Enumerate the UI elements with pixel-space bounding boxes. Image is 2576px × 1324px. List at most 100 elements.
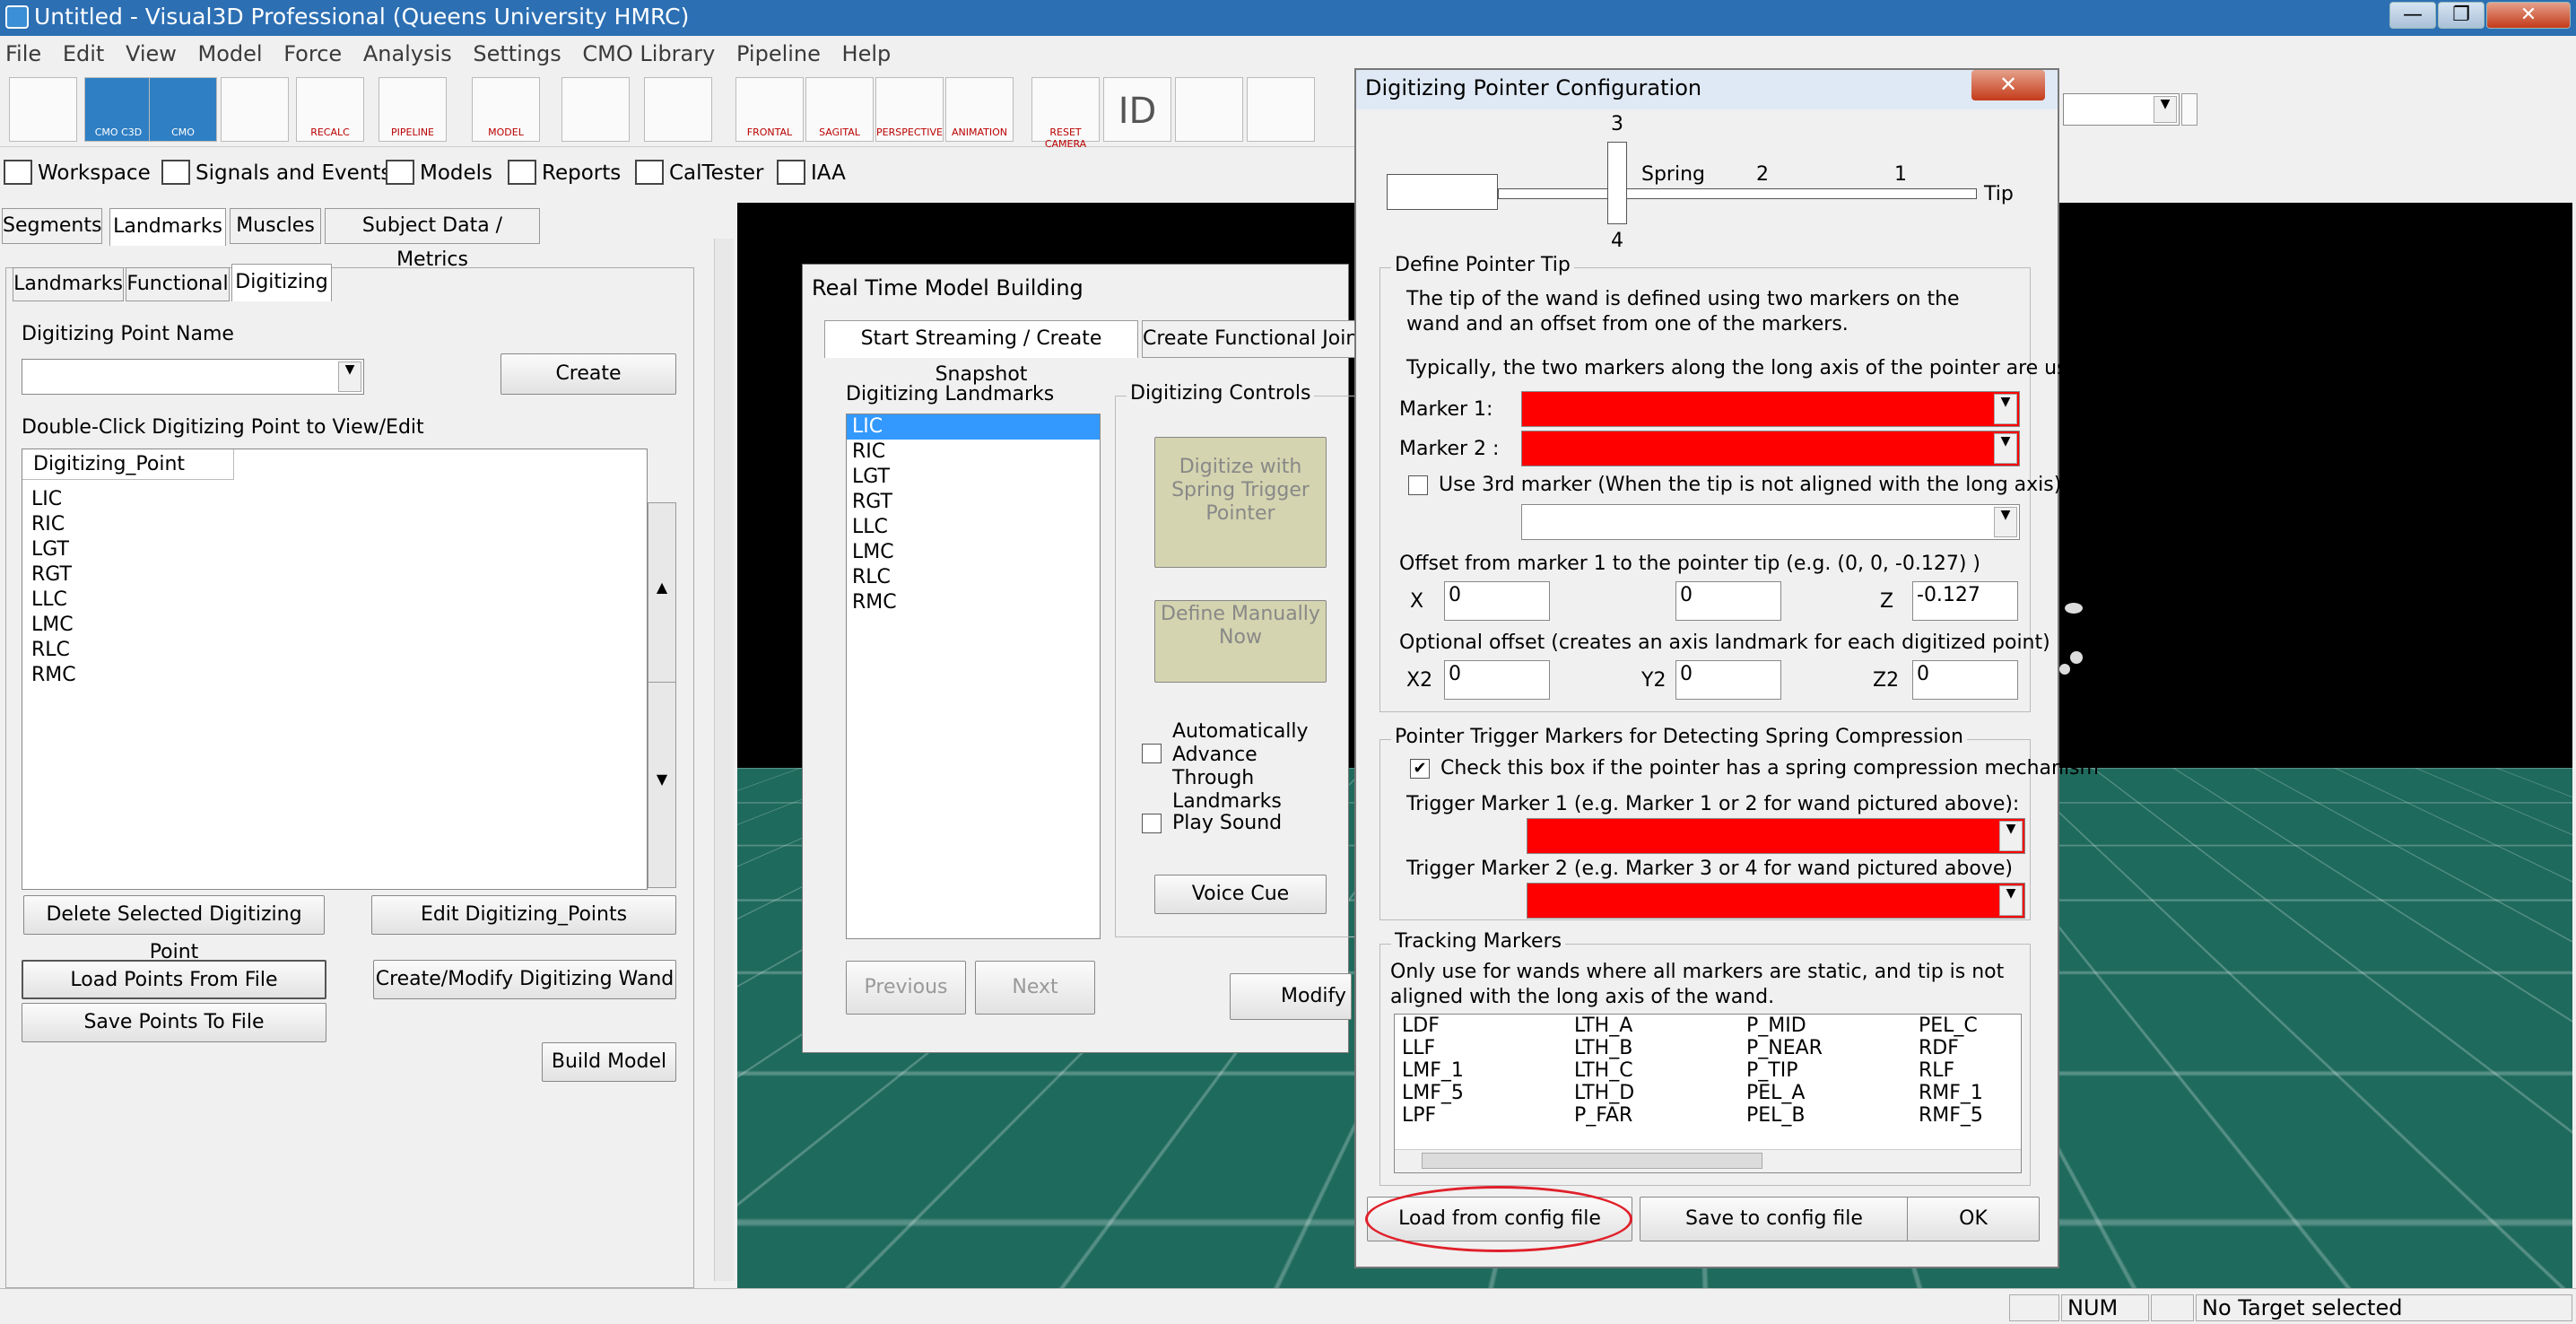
- tracking-markers-list[interactable]: LDF LTH_A P_MID PEL_C LLF LTH_B P_NEAR RDF LMF…: [1394, 1014, 2022, 1173]
- tab-functional-joints[interactable]: Create Functional Joints: [1142, 320, 1357, 358]
- list-item[interactable]: LLC: [847, 515, 1100, 540]
- close-button[interactable]: ✕: [2486, 2, 2571, 29]
- subtab-digitizing[interactable]: Digitizing: [231, 264, 332, 301]
- play-sound-checkbox[interactable]: [1142, 814, 1162, 833]
- marker1-dropdown[interactable]: ▼: [1521, 391, 2020, 427]
- pipeline-button[interactable]: PIPELINE: [379, 77, 447, 142]
- toolbar-dropdown[interactable]: ▼: [2063, 93, 2180, 126]
- create-button[interactable]: Create: [500, 353, 676, 395]
- marker-cell[interactable]: LTH_B: [1574, 1037, 1746, 1059]
- menu-cmo-library[interactable]: CMO Library: [577, 36, 724, 66]
- tab-reports[interactable]: Reports: [508, 160, 621, 185]
- subtab-landmarks[interactable]: Landmarks: [13, 267, 124, 301]
- scroll-up-icon[interactable]: ▲: [648, 503, 675, 683]
- save-cmo-button[interactable]: CMO: [149, 77, 217, 142]
- previous-button[interactable]: Previous: [846, 961, 966, 1015]
- marker-cell[interactable]: LTH_D: [1574, 1082, 1746, 1104]
- tab-landmarks[interactable]: Landmarks: [109, 208, 226, 246]
- minimize-button[interactable]: —: [2389, 2, 2436, 29]
- list-item[interactable]: RIC: [22, 512, 647, 537]
- subtab-functional[interactable]: Functional: [126, 267, 230, 301]
- menu-force[interactable]: Force: [278, 36, 351, 66]
- scroll-thumb[interactable]: [1422, 1153, 1762, 1169]
- save-config-button[interactable]: Save to config file: [1640, 1197, 1909, 1241]
- marker-cell[interactable]: LTH_C: [1574, 1059, 1746, 1082]
- next-button[interactable]: Next: [975, 961, 1095, 1015]
- marker3-dropdown[interactable]: ▼: [1521, 504, 2020, 540]
- animation-button[interactable]: ANIMATION: [945, 77, 1014, 142]
- list-item[interactable]: LGT: [847, 465, 1100, 490]
- marker-cell[interactable]: P_NEAR: [1746, 1037, 1919, 1059]
- list-item[interactable]: RLC: [22, 638, 647, 663]
- offset-z-input[interactable]: -0.127: [1912, 581, 2018, 621]
- marker-cell[interactable]: PEL_C: [1919, 1015, 1983, 1037]
- marker-cell[interactable]: LMF_5: [1402, 1082, 1574, 1104]
- tab-iaa[interactable]: IAA: [777, 160, 846, 185]
- marker-cell[interactable]: P_MID: [1746, 1015, 1919, 1037]
- trigger1-dropdown[interactable]: ▼: [1527, 818, 2025, 854]
- digitizing-points-list[interactable]: Digitizing_Point LIC RIC LGT RGT LLC LMC…: [22, 449, 648, 890]
- menu-analysis[interactable]: Analysis: [358, 36, 461, 66]
- list-item-selected[interactable]: LIC: [847, 414, 1100, 440]
- list-item[interactable]: RMC: [847, 590, 1100, 615]
- edit-wand-button[interactable]: [561, 77, 630, 142]
- print-button[interactable]: [221, 77, 289, 142]
- rt-landmarks-list[interactable]: LIC RIC LGT RGT LLC LMC RLC RMC: [846, 414, 1101, 939]
- marker-cell[interactable]: PEL_A: [1746, 1082, 1919, 1104]
- list-scrollbar[interactable]: ▲ ▼: [648, 502, 676, 888]
- modify-button[interactable]: Modify D: [1230, 973, 1352, 1020]
- id-button[interactable]: ID: [1103, 77, 1171, 142]
- panel-scrollbar[interactable]: [714, 239, 734, 1281]
- point-name-dropdown[interactable]: ▼: [22, 359, 364, 395]
- offset-y-input[interactable]: 0: [1675, 581, 1781, 621]
- list-item[interactable]: RGT: [847, 490, 1100, 515]
- menu-settings[interactable]: Settings: [467, 36, 570, 66]
- create-wand-button[interactable]: Create/Modify Digitizing Wand: [373, 960, 676, 999]
- offset-x2-input[interactable]: 0: [1444, 660, 1550, 700]
- tab-muscles[interactable]: Muscles: [230, 208, 321, 244]
- horizontal-scrollbar[interactable]: [1395, 1149, 2021, 1172]
- marker-cell[interactable]: LDF: [1402, 1015, 1574, 1037]
- pointer-tool-button[interactable]: [1175, 77, 1243, 142]
- list-item[interactable]: RGT: [22, 562, 647, 588]
- menu-help[interactable]: Help: [837, 36, 901, 66]
- offset-x-input[interactable]: 0: [1444, 581, 1550, 621]
- list-item[interactable]: RMC: [22, 663, 647, 688]
- recalc-button[interactable]: RECALC: [296, 77, 364, 142]
- trigger2-dropdown[interactable]: ▼: [1527, 883, 2025, 919]
- auto-advance-checkbox[interactable]: [1142, 744, 1162, 763]
- ok-button[interactable]: OK: [1907, 1197, 2040, 1241]
- menu-view[interactable]: View: [120, 36, 186, 66]
- menu-pipeline[interactable]: Pipeline: [731, 36, 830, 66]
- marker-cell[interactable]: RLF: [1919, 1059, 1983, 1082]
- marker-cell[interactable]: PEL_B: [1746, 1104, 1919, 1127]
- marker2-dropdown[interactable]: ▼: [1521, 431, 2020, 466]
- menu-edit[interactable]: Edit: [57, 36, 113, 66]
- offset-y2-input[interactable]: 0: [1675, 660, 1781, 700]
- use-3rd-marker-checkbox[interactable]: [1408, 475, 1428, 495]
- tab-workspace[interactable]: Workspace: [4, 160, 151, 185]
- tab-segments[interactable]: Segments: [2, 208, 102, 244]
- marker-cell[interactable]: RMF_5: [1919, 1104, 1983, 1127]
- offset-z2-input[interactable]: 0: [1912, 660, 2018, 700]
- frontal-view-button[interactable]: FRONTAL: [735, 77, 804, 142]
- list-item[interactable]: LMC: [22, 613, 647, 638]
- perspective-view-button[interactable]: PERSPECTIVE: [875, 77, 944, 142]
- wand-button[interactable]: [644, 77, 712, 142]
- marker-cell[interactable]: LPF: [1402, 1104, 1574, 1127]
- marker-cell[interactable]: RDF: [1919, 1037, 1983, 1059]
- define-manually-button[interactable]: Define Manually Now: [1154, 600, 1327, 683]
- save-points-button[interactable]: Save Points To File: [22, 1003, 326, 1042]
- tab-start-streaming[interactable]: Start Streaming / Create Snapshot: [824, 320, 1138, 358]
- tab-models[interactable]: Models: [386, 160, 492, 185]
- marker-cell[interactable]: LTH_A: [1574, 1015, 1746, 1037]
- edit-points-button[interactable]: Edit Digitizing_Points: [371, 895, 676, 935]
- spin-control[interactable]: [2181, 93, 2197, 126]
- dialog-close-button[interactable]: ✕: [1971, 70, 2045, 100]
- voice-cue-button[interactable]: Voice Cue: [1154, 875, 1327, 914]
- menu-model[interactable]: Model: [193, 36, 272, 66]
- tab-signals-events[interactable]: Signals and Events: [161, 160, 391, 185]
- delete-point-button[interactable]: Delete Selected Digitizing Point: [23, 895, 325, 935]
- list-item[interactable]: LMC: [847, 540, 1100, 565]
- build-model-button[interactable]: Build Model: [542, 1042, 676, 1082]
